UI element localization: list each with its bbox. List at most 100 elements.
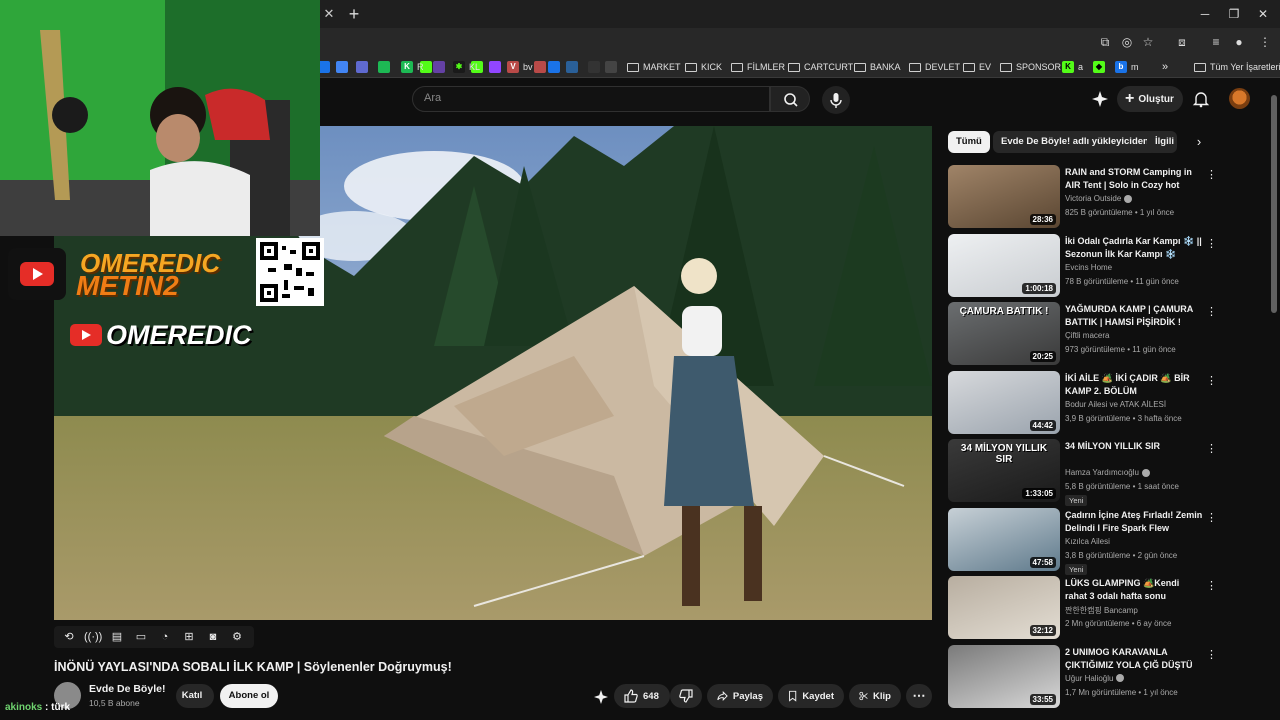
bookmark-folder-devlet[interactable]: DEVLET xyxy=(909,59,960,75)
bookmark-bv[interactable]: Vbv xyxy=(507,59,533,75)
video-thumbnail[interactable]: 47:58 xyxy=(948,507,1060,571)
bookmark-all[interactable]: Tüm Yer İşaretleri xyxy=(1194,59,1280,75)
extensions-icon[interactable]: ⧈ xyxy=(1173,33,1191,51)
create-button[interactable]: + Oluştur xyxy=(1117,86,1183,112)
eye-off-icon[interactable]: ◎ xyxy=(1118,33,1136,51)
recommendation-item[interactable]: 1:00:18 İki Odalı Çadırla Kar Kampı ❄️ ||… xyxy=(948,233,1266,298)
avatar[interactable] xyxy=(1229,88,1250,109)
search-button[interactable] xyxy=(770,86,810,112)
broadcast-icon[interactable]: ((·)) xyxy=(84,630,102,644)
profile-icon[interactable]: ● xyxy=(1230,33,1248,51)
more-actions-button[interactable]: ⋯ xyxy=(906,684,932,708)
bell-icon[interactable] xyxy=(1192,90,1210,108)
bookmark-folder-kick[interactable]: KICK xyxy=(685,59,722,75)
video-thumbnail[interactable]: ÇAMURA BATTIK ! 20:25 xyxy=(948,302,1060,365)
bookmark-favicon-icon[interactable] xyxy=(378,61,390,73)
recommendation-item[interactable]: 33:55 2 UNIMOG KARAVANLA ÇIKTIĞIMIZ YOLA … xyxy=(948,644,1266,709)
voice-search-button[interactable] xyxy=(822,86,850,114)
channel-name[interactable]: Evde De Böyle! xyxy=(89,683,165,695)
recommendation-title[interactable]: 34 MİLYON YILLIK SIR xyxy=(1065,440,1203,453)
sparkle-icon[interactable] xyxy=(1091,90,1109,108)
bookmark-folder-cartcurt[interactable]: CARTCURT xyxy=(788,59,853,75)
bookmark-folder-banka[interactable]: BANKA xyxy=(854,59,901,75)
recommendation-channel[interactable]: Hamza Yardımcıoğlu xyxy=(1065,468,1150,477)
bookmark-m[interactable]: bm xyxy=(1115,59,1139,75)
bookmark-green[interactable]: ◆ xyxy=(1093,59,1105,75)
scrollbar[interactable] xyxy=(1271,95,1277,313)
recommendation-channel[interactable]: 짠한한캠핑 Bancamp xyxy=(1065,605,1138,616)
clip-button[interactable]: Klip xyxy=(849,684,901,708)
new-tab-icon[interactable]: + xyxy=(344,4,364,24)
add-screen-icon[interactable]: ⊞ xyxy=(180,630,198,644)
video-thumbnail[interactable]: 1:00:18 xyxy=(948,233,1060,297)
bookmark-kl[interactable]: ✱ KL xyxy=(453,59,480,75)
bookmark-favicon-icon[interactable] xyxy=(605,61,617,73)
chip-related[interactable]: İlgili xyxy=(1147,131,1177,153)
star-icon[interactable]: ☆ xyxy=(1139,33,1157,51)
recommendation-channel[interactable]: Victoria Outside xyxy=(1065,194,1133,203)
recommendation-item[interactable]: 32:12 LÜKS GLAMPING 🏕️Kendi rahat 3 odalı… xyxy=(948,576,1266,640)
more-vert-icon[interactable]: ⋮ xyxy=(1206,167,1217,183)
bookmark-a[interactable]: Ka xyxy=(1062,59,1083,75)
bookmark-folder-ev[interactable]: EV xyxy=(963,59,991,75)
bookmark-favicon-icon[interactable] xyxy=(588,61,600,73)
bookmark-favicon-icon[interactable] xyxy=(433,61,445,73)
bookmarks-overflow[interactable]: » xyxy=(1162,59,1168,75)
bookmark-favicon-icon[interactable] xyxy=(489,61,501,73)
recommendation-channel[interactable]: Kızılca Ailesi xyxy=(1065,537,1110,546)
share-button[interactable]: Paylaş xyxy=(707,684,773,708)
recommendation-title[interactable]: Çadırın İçine Ateş Fırladı! Zemin Delind… xyxy=(1065,509,1203,535)
more-vert-icon[interactable]: ⋮ xyxy=(1206,304,1217,320)
settings-icon[interactable]: ⚙ xyxy=(228,630,246,644)
recommendation-channel[interactable]: Çiftli macera xyxy=(1065,331,1109,340)
video-thumbnail[interactable]: 44:42 xyxy=(948,370,1060,434)
bookmark-folder-sponsor[interactable]: SPONSOR xyxy=(1000,59,1061,75)
video-thumbnail[interactable]: 28:36 xyxy=(948,165,1060,228)
media-icon[interactable]: ≡ xyxy=(1207,33,1225,51)
video-thumbnail[interactable]: 33:55 xyxy=(948,644,1060,708)
recommendation-title[interactable]: YAĞMURDA KAMP | ÇAMURA BATTIK | HAMSİ Pİ… xyxy=(1065,303,1203,329)
screen-icon[interactable]: ▭ xyxy=(132,630,150,644)
chevron-right-icon[interactable]: › xyxy=(1191,134,1207,150)
recommendation-channel[interactable]: Bodur Ailesi ve ATAK AİLESİ xyxy=(1065,400,1166,409)
recommendation-item[interactable]: 47:58 Çadırın İçine Ateş Fırladı! Zemin D… xyxy=(948,507,1266,575)
bookmark-favicon-icon[interactable] xyxy=(534,61,546,73)
video-thumbnail[interactable]: 32:12 xyxy=(948,576,1060,639)
bookmark-folder-market[interactable]: MARKET xyxy=(627,59,681,75)
minimize-icon[interactable]: ─ xyxy=(1190,4,1220,24)
recommendation-item[interactable]: 44:42 İKİ AİLE 🏕️ İKİ ÇADIR 🏕️ BİR KAMP 2… xyxy=(948,370,1266,435)
menu-icon[interactable]: ⋮ xyxy=(1256,33,1274,51)
like-button[interactable]: 648 xyxy=(614,684,670,708)
subscribe-button[interactable]: Abone ol xyxy=(220,684,278,708)
speed-icon[interactable]: ◔ xyxy=(156,630,174,644)
recommendation-title[interactable]: LÜKS GLAMPING 🏕️Kendi rahat 3 odalı haft… xyxy=(1065,577,1203,603)
more-vert-icon[interactable]: ⋮ xyxy=(1206,236,1217,252)
bookmark-favicon-icon[interactable] xyxy=(336,61,348,73)
join-button[interactable]: Katıl xyxy=(176,684,214,708)
dislike-button[interactable] xyxy=(670,684,702,708)
maximize-icon[interactable]: ❐ xyxy=(1219,4,1249,24)
more-vert-icon[interactable]: ⋮ xyxy=(1206,373,1217,389)
install-icon[interactable]: ⧉ xyxy=(1096,33,1114,51)
recommendation-item[interactable]: 34 MİLYON YILLIK SIR 1:33:05 34 MİLYON YIL… xyxy=(948,439,1266,506)
camera-icon[interactable]: ◙ xyxy=(204,630,222,644)
bookmark-folder-filmler[interactable]: FİLMLER xyxy=(731,59,785,75)
recommendation-channel[interactable]: Evcins Home xyxy=(1065,263,1112,272)
bookmark-favicon-icon[interactable] xyxy=(356,61,368,73)
close-window-icon[interactable]: ✕ xyxy=(1248,4,1278,24)
bookmark-favicon-icon[interactable] xyxy=(566,61,578,73)
recommendation-title[interactable]: RAIN and STORM Camping in AIR Tent | Sol… xyxy=(1065,166,1203,192)
recommendation-title[interactable]: 2 UNIMOG KARAVANLA ÇIKTIĞIMIZ YOLA ÇIĞ D… xyxy=(1065,646,1203,672)
bookmark-favicon-icon[interactable] xyxy=(548,61,560,73)
more-vert-icon[interactable]: ⋮ xyxy=(1206,647,1217,663)
recommendation-title[interactable]: İki Odalı Çadırla Kar Kampı ❄️ || Sezonu… xyxy=(1065,235,1203,261)
chip-uploader[interactable]: Evde De Böyle! adlı yükleyiciden xyxy=(993,131,1157,153)
search-input[interactable] xyxy=(412,86,770,112)
more-vert-icon[interactable]: ⋮ xyxy=(1206,441,1217,457)
loop-icon[interactable]: ⟲ xyxy=(60,630,78,644)
save-button[interactable]: Kaydet xyxy=(778,684,844,708)
ask-sparkle-icon[interactable] xyxy=(593,689,609,705)
chip-all[interactable]: Tümü xyxy=(948,131,990,153)
more-vert-icon[interactable]: ⋮ xyxy=(1206,578,1217,594)
video-thumbnail[interactable]: 34 MİLYON YILLIK SIR 1:33:05 xyxy=(948,439,1060,502)
